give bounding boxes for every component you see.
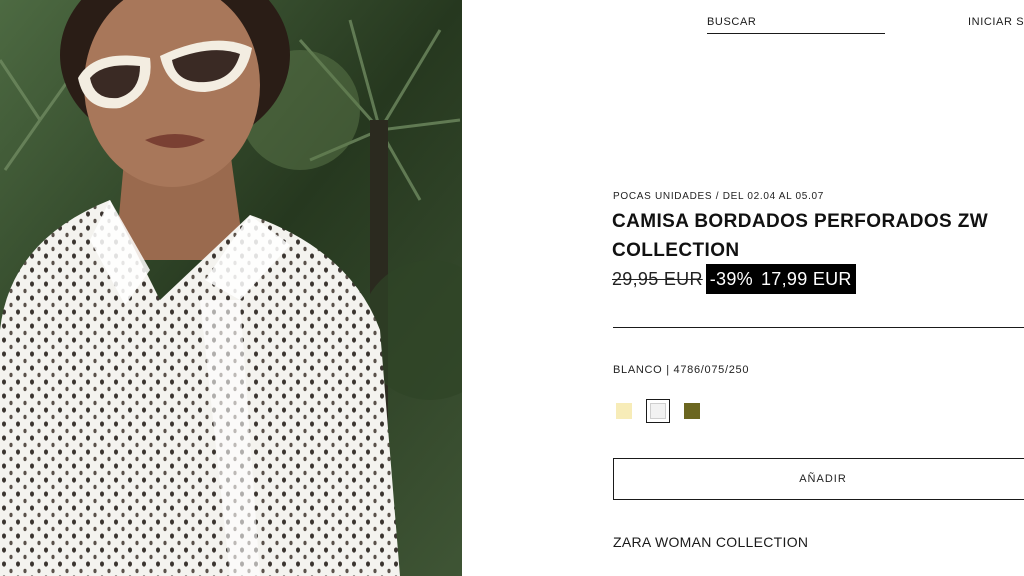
color-reference: BLANCO | 4786/075/250: [613, 364, 750, 376]
new-price: 17,99 EUR: [760, 269, 852, 289]
search-input[interactable]: BUSCAR: [707, 12, 885, 34]
old-price: 29,95 EUR: [612, 268, 703, 289]
collection-link[interactable]: ZARA WOMAN COLLECTION: [613, 534, 808, 550]
divider: [613, 327, 1024, 328]
add-to-cart-button[interactable]: AÑADIR: [613, 458, 1024, 500]
product-title-line2: COLLECTION: [612, 240, 740, 261]
sale-price-badge: -39% 17,99 EUR: [705, 264, 856, 294]
discount-percent: -39%: [709, 269, 753, 289]
product-page: BUSCAR INICIAR SESIÓN POCAS UNIDADES / D…: [0, 0, 1024, 576]
product-title-line1: CAMISA BORDADOS PERFORADOS ZW: [612, 211, 989, 232]
color-option-cream[interactable]: [612, 399, 636, 423]
product-title: CAMISA BORDADOS PERFORADOS ZW COLLECTION: [612, 207, 1012, 265]
availability-note: POCAS UNIDADES / DEL 02.04 AL 05.07: [613, 191, 825, 202]
price-row: 29,95 EUR -39% 17,99 EUR: [612, 264, 856, 294]
color-option-white[interactable]: [646, 399, 670, 423]
search-label: BUSCAR: [707, 16, 757, 28]
cream-swatch: [616, 403, 632, 419]
olive-swatch: [684, 403, 700, 419]
product-photo: [0, 0, 462, 576]
color-selector: [612, 399, 704, 423]
white-swatch: [650, 403, 666, 419]
color-option-olive[interactable]: [680, 399, 704, 423]
login-link[interactable]: INICIAR SESIÓN: [968, 16, 1024, 28]
